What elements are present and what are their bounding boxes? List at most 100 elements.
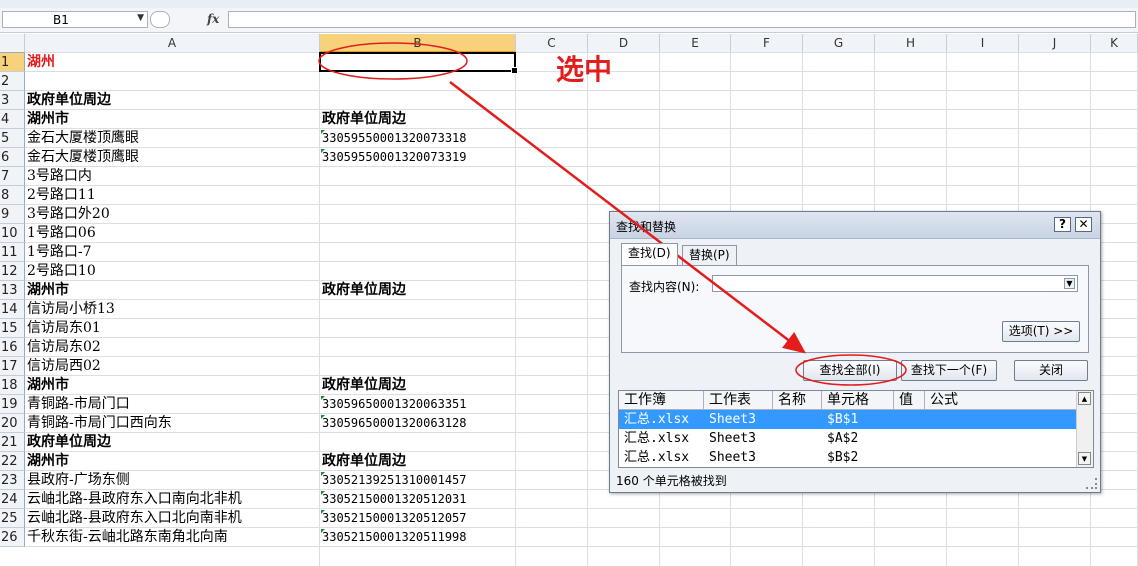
cell-a3[interactable]: 政府单位周边 [27,91,111,110]
active-cell-b1[interactable] [319,52,518,74]
result-row[interactable]: 汇总.xlsx Sheet3 $B$1 [619,410,1077,429]
cell-a24[interactable]: 云岫北路-县政府东入口南向北非机 [27,490,242,509]
resize-grip[interactable] [1086,478,1097,489]
cell-a21[interactable]: 政府单位周边 [27,433,111,452]
cell-a25[interactable]: 云岫北路-县政府东入口北向南非机 [27,509,242,528]
cell-a22[interactable]: 湖州市 [27,452,69,471]
tab-replace[interactable]: 替换(P) [682,245,737,265]
row-header-22[interactable]: 22 [0,452,25,471]
cell-a18[interactable]: 湖州市 [27,376,69,395]
row-header-10[interactable]: 10 [0,224,25,243]
tab-find[interactable]: 查找(D) [621,243,678,265]
scroll-down-icon[interactable]: ▼ [1078,452,1091,465]
cell-b23[interactable]: 33052139251310001457 [322,471,467,490]
row-header-18[interactable]: 18 [0,376,25,395]
options-button[interactable]: 选项(T) >> [1002,321,1080,342]
cell-a11[interactable]: 1号路口-7 [27,243,92,262]
row-header-19[interactable]: 19 [0,395,25,414]
cell-a4[interactable]: 湖州市 [27,110,69,129]
cell-a13[interactable]: 湖州市 [27,281,69,300]
col-header-name[interactable]: 名称 [773,391,822,410]
cell-b19[interactable]: 33059650001320063351 [322,395,467,414]
cell-a9[interactable]: 3号路口外20 [27,205,110,224]
help-button[interactable]: ? [1054,217,1071,232]
close-button[interactable]: 关闭 [1014,360,1088,381]
row-header-6[interactable]: 6 [0,148,25,167]
column-header-j[interactable]: J [1019,34,1091,53]
col-header-formula[interactable]: 公式 [925,391,1077,410]
cell-a16[interactable]: 信访局东02 [27,338,101,357]
cell-a23[interactable]: 县政府-广场东侧 [27,471,130,490]
result-row[interactable]: 汇总.xlsx Sheet3 $B$2 [619,448,1077,467]
row-header-2[interactable]: 2 [0,72,25,91]
cell-a10[interactable]: 1号路口06 [27,224,96,243]
cell-b22[interactable]: 政府单位周边 [322,452,406,471]
cell-a7[interactable]: 3号路口内 [27,167,92,186]
row-header-7[interactable]: 7 [0,167,25,186]
cell-a14[interactable]: 信访局小桥13 [27,300,115,319]
row-header-21[interactable]: 21 [0,433,25,452]
row-header-24[interactable]: 24 [0,490,25,509]
row-header-15[interactable]: 15 [0,319,25,338]
row-header-23[interactable]: 23 [0,471,25,490]
row-header-4[interactable]: 4 [0,110,25,129]
fill-handle[interactable] [511,67,518,74]
cell-a5[interactable]: 金石大厦楼顶鹰眼 [27,129,139,148]
row-header-17[interactable]: 17 [0,357,25,376]
row-header-12[interactable]: 12 [0,262,25,281]
dialog-titlebar[interactable]: 查找和替换 ? ✕ [610,212,1100,239]
row-header-16[interactable]: 16 [0,338,25,357]
cell-b25[interactable]: 33052150001320512057 [322,509,467,528]
cell-b20[interactable]: 33059650001320063128 [322,414,467,433]
column-header-b[interactable]: B [320,34,516,53]
column-header-a[interactable]: A [25,34,320,53]
find-next-button[interactable]: 查找下一个(F) [901,360,997,381]
cell-a6[interactable]: 金石大厦楼顶鹰眼 [27,148,139,167]
close-icon[interactable]: ✕ [1075,217,1092,232]
row-header-8[interactable]: 8 [0,186,25,205]
row-header-1[interactable]: 1 [0,53,25,72]
column-header-i[interactable]: I [947,34,1019,53]
row-header-5[interactable]: 5 [0,129,25,148]
cell-b18[interactable]: 政府单位周边 [322,376,406,395]
col-header-cell[interactable]: 单元格 [822,391,894,410]
cell-b13[interactable]: 政府单位周边 [322,281,406,300]
cell-a19[interactable]: 青铜路-市局门口 [27,395,130,414]
cell-a12[interactable]: 2号路口10 [27,262,96,281]
row-header-14[interactable]: 14 [0,300,25,319]
expand-icon[interactable] [150,11,170,28]
results-scrollbar[interactable]: ▲ ▼ [1076,391,1093,467]
cell-a8[interactable]: 2号路口11 [27,186,96,205]
cell-b24[interactable]: 33052150001320512031 [322,490,467,509]
cell-b4[interactable]: 政府单位周边 [322,110,406,129]
cell-a1[interactable]: 湖州 [27,53,55,72]
cell-b26[interactable]: 33052150001320511998 [322,528,467,547]
cell-a20[interactable]: 青铜路-市局门口西向东 [27,414,172,433]
column-header-k[interactable]: K [1091,34,1138,53]
column-header-f[interactable]: F [731,34,803,53]
col-header-sheet[interactable]: 工作表 [704,391,773,410]
col-header-value[interactable]: 值 [894,391,925,410]
row-header-20[interactable]: 20 [0,414,25,433]
column-header-h[interactable]: H [875,34,947,53]
scroll-up-icon[interactable]: ▲ [1078,392,1091,405]
function-icon[interactable]: fx [207,12,219,26]
find-all-button[interactable]: 查找全部(I) [803,360,897,381]
formula-input[interactable] [228,11,1136,28]
cell-a15[interactable]: 信访局东01 [27,319,101,338]
name-box[interactable]: B1 ▼ [2,11,148,28]
find-what-input[interactable]: ▼ [712,275,1078,292]
cell-a26[interactable]: 千秋东街-云岫北路东南角北向南 [27,528,228,547]
result-row[interactable]: 汇总.xlsx Sheet3 $A$2 [619,429,1077,448]
row-header-11[interactable]: 11 [0,243,25,262]
column-header-g[interactable]: G [803,34,875,53]
select-all-corner[interactable] [0,34,25,53]
col-header-workbook[interactable]: 工作簿 [619,391,704,410]
cell-b5[interactable]: 33059550001320073318 [322,129,467,148]
chevron-down-icon[interactable]: ▼ [137,13,144,23]
row-header-26[interactable]: 26 [0,528,25,547]
cell-b6[interactable]: 33059550001320073319 [322,148,467,167]
cell-a17[interactable]: 信访局西02 [27,357,101,376]
row-header-3[interactable]: 3 [0,91,25,110]
results-list[interactable]: 工作簿 工作表 名称 单元格 值 公式 汇总.xlsx Sheet3 $B$1 汇总.… [618,390,1094,468]
